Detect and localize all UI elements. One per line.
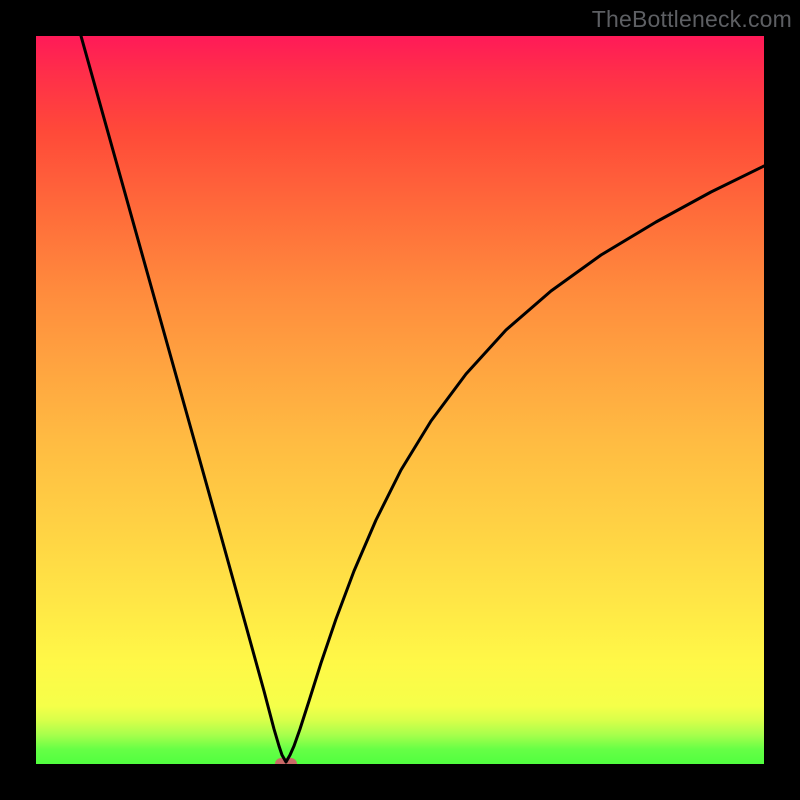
watermark-text: TheBottleneck.com bbox=[592, 6, 792, 33]
plot-area bbox=[36, 36, 764, 764]
curve-path bbox=[81, 36, 764, 762]
plot-svg bbox=[36, 36, 764, 764]
chart-frame: TheBottleneck.com bbox=[0, 0, 800, 800]
